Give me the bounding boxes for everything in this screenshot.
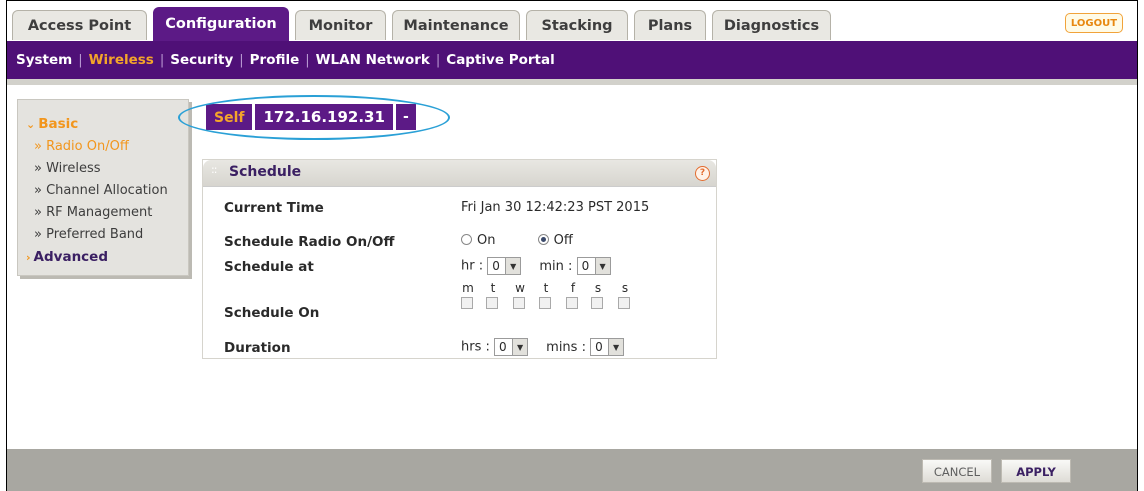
subnav-wlan-network[interactable]: WLAN Network [310,52,436,68]
tab-maintenance[interactable]: Maintenance [392,10,520,40]
radio-on-icon[interactable] [461,234,472,245]
bottom-action-bar: CANCEL APPLY [7,449,1137,491]
day-sun[interactable]: s [618,281,632,309]
frame-right-border [1137,0,1138,491]
nav-item-channel-allocation[interactable]: » Channel Allocation [34,183,168,198]
chevron-right-icon: › [26,251,31,264]
min-label: min : [539,258,573,274]
nav-item-preferred-band[interactable]: » Preferred Band [34,227,143,242]
hr-label: hr : [461,258,484,274]
sub-navigation: System | Wireless | Security | Profile |… [7,41,1137,79]
subnav-system[interactable]: System [10,52,78,68]
day-letter: t [490,281,496,295]
day-checkbox[interactable] [591,297,603,309]
day-letter: f [570,281,576,295]
hrs-label: hrs : [461,339,490,355]
day-letter: t [543,281,549,295]
nav-item-rf-management[interactable]: » RF Management [34,205,152,220]
top-tab-bar: Access Point Configuration Monitor Maint… [7,4,1137,43]
day-letter: w [515,281,525,295]
logout-button[interactable]: LOGOUT [1065,13,1123,33]
side-navigation: ⌄ Basic » Radio On/Off » Wireless » Chann… [17,99,189,276]
tab-configuration[interactable]: Configuration [153,7,289,43]
nav-group-basic[interactable]: ⌄ Basic [26,116,78,132]
tab-plans[interactable]: Plans [634,10,706,40]
dropdown-arrow-icon[interactable]: ▼ [608,339,624,355]
day-fri[interactable]: f [566,281,580,309]
min-value: 0 [581,259,590,273]
day-checkbox[interactable] [539,297,551,309]
min-select[interactable]: 0 ▼ [576,257,611,275]
nav-item-wireless[interactable]: » Wireless [34,161,101,176]
day-checkbox[interactable] [486,297,498,309]
current-time-value: Fri Jan 30 12:42:23 PST 2015 [461,200,650,215]
tab-diagnostics[interactable]: Diagnostics [712,10,831,40]
nav-group-advanced-label: Advanced [33,249,109,265]
nav-item-label: Wireless [46,161,101,176]
apply-button[interactable]: APPLY [1001,459,1071,483]
chevron-down-icon: ⌄ [26,118,36,131]
schedule-at-fields: hr : 0 ▼ min : 0 ▼ [461,257,611,275]
subnav-security[interactable]: Security [164,52,239,68]
day-tue[interactable]: t [486,281,500,309]
cancel-button[interactable]: CANCEL [922,459,992,483]
day-checkbox[interactable] [566,297,578,309]
day-checkbox[interactable] [513,297,525,309]
radio-off[interactable]: Off [537,233,573,248]
subnav-profile[interactable]: Profile [244,52,306,68]
tab-access-point[interactable]: Access Point [12,10,147,40]
day-letter: m [462,281,474,295]
duration-label: Duration [224,340,291,356]
radio-on[interactable]: On [461,233,495,248]
current-time-label: Current Time [224,200,324,216]
schedule-on-label: Schedule On [224,305,320,321]
panel-header: :: Schedule ? [203,160,716,187]
day-checkbox[interactable] [618,297,630,309]
mins-label: mins : [546,339,586,355]
radio-off-icon[interactable] [537,234,549,245]
radio-group: On Off [461,233,573,248]
nav-item-radio-on-off[interactable]: » Radio On/Off [34,139,129,154]
dropdown-arrow-icon[interactable]: ▼ [512,339,528,355]
subnav-wireless[interactable]: Wireless [83,52,160,68]
nav-group-basic-label: Basic [38,116,79,132]
hr-select[interactable]: 0 ▼ [487,257,522,275]
tab-stacking[interactable]: Stacking [526,10,628,40]
nav-item-label: Channel Allocation [46,183,168,198]
nav-group-advanced[interactable]: › Advanced [26,249,108,265]
day-sat[interactable]: s [591,281,605,309]
nav-item-label: RF Management [46,205,153,220]
hrs-select[interactable]: 0 ▼ [494,338,529,356]
frame-top-border [6,0,1138,1]
hrs-value: 0 [499,340,507,354]
nav-item-label: Preferred Band [46,227,144,242]
radio-off-label: Off [553,233,573,248]
day-letter: s [621,281,629,295]
drag-handle-icon[interactable]: :: [211,163,218,176]
panel-title: Schedule [229,164,302,180]
day-wed[interactable]: w [513,281,527,309]
tab-monitor[interactable]: Monitor [295,10,386,40]
day-mon[interactable]: m [461,281,475,309]
help-icon[interactable]: ? [695,166,710,181]
schedule-panel: :: Schedule ? Current Time Fri Jan 30 12… [202,159,717,359]
day-checkbox[interactable] [461,297,473,309]
hr-value: 0 [492,259,500,273]
nav-item-label: Radio On/Off [46,139,129,154]
duration-fields: hrs : 0 ▼ mins : 0 ▼ [461,338,625,356]
day-thu[interactable]: t [539,281,553,309]
subnav-captive-portal[interactable]: Captive Portal [440,52,560,68]
dropdown-arrow-icon[interactable]: ▼ [594,258,610,274]
mins-value: 0 [595,340,603,354]
day-letter: s [594,281,602,295]
radio-on-label: On [477,233,496,248]
mins-select[interactable]: 0 ▼ [590,338,625,356]
highlight-oval [178,95,450,140]
main-content: ⌄ Basic » Radio On/Off » Wireless » Chann… [7,79,1137,449]
schedule-at-label: Schedule at [224,259,314,275]
dropdown-arrow-icon[interactable]: ▼ [505,258,521,274]
radio-on-off-label: Schedule Radio On/Off [224,234,395,250]
